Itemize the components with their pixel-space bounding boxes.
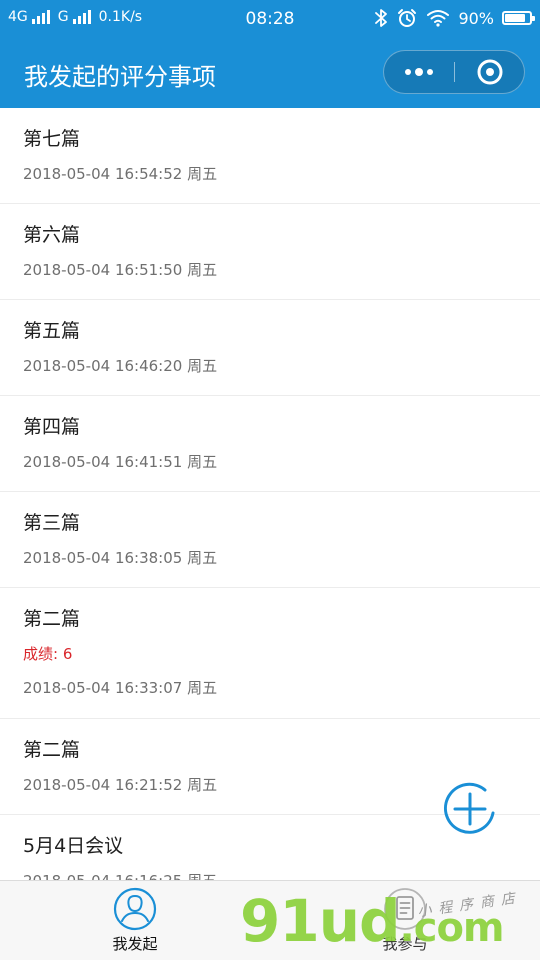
list-item[interactable]: 第五篇 2018-05-04 16:46:20 周五 [0, 300, 540, 396]
bluetooth-icon [375, 9, 388, 27]
list-item[interactable]: 第六篇 2018-05-04 16:51:50 周五 [0, 204, 540, 300]
item-title: 5月4日会议 [23, 835, 124, 857]
item-title: 第二篇 [23, 739, 81, 761]
list-item[interactable]: 第七篇 2018-05-04 16:54:52 周五 [0, 108, 540, 204]
battery-icon [502, 11, 535, 25]
item-date: 2018-05-04 16:54:52 周五 [23, 165, 218, 183]
tab-participated[interactable]: 我参与 [270, 881, 540, 961]
item-title: 第二篇 [23, 608, 81, 630]
item-date: 2018-05-04 16:38:05 周五 [23, 549, 218, 567]
item-title: 第五篇 [23, 320, 81, 342]
item-title: 第六篇 [23, 224, 81, 246]
more-dot-icon [415, 68, 423, 76]
user-avatar-icon [113, 887, 157, 931]
page-title: 我发起的评分事项 [24, 63, 216, 91]
status-right: 90% [374, 7, 535, 29]
nav-bar: 我发起的评分事项 [0, 38, 540, 108]
tab-bar: 我发起 我参与 [0, 880, 540, 960]
item-score: 成绩: 6 [23, 645, 73, 663]
tab-initiated[interactable]: 我发起 [0, 881, 270, 961]
tab-initiated-label: 我发起 [112, 935, 158, 953]
item-date: 2018-05-04 16:21:52 周五 [23, 776, 218, 794]
close-target-icon [477, 59, 503, 85]
item-title: 第四篇 [23, 416, 81, 438]
status-bar: 4G G 0.1K/s 08:28 90% [0, 0, 540, 38]
item-date: 2018-05-04 16:46:20 周五 [23, 357, 218, 375]
rating-item-list: 第七篇 2018-05-04 16:54:52 周五 第六篇 2018-05-0… [0, 108, 540, 880]
document-list-icon [384, 888, 426, 930]
more-dot-icon [405, 69, 411, 75]
wifi-icon [427, 10, 450, 27]
item-date: 2018-05-04 16:16:25 周五 [23, 870, 217, 880]
item-date: 2018-05-04 16:41:51 周五 [23, 453, 218, 471]
more-dot-icon [427, 69, 433, 75]
item-date: 2018-05-04 16:33:07 周五 [23, 679, 218, 697]
list-item[interactable]: 第三篇 2018-05-04 16:38:05 周五 [0, 492, 540, 588]
list-item[interactable]: 第四篇 2018-05-04 16:41:51 周五 [0, 396, 540, 492]
list-item[interactable]: 第二篇 成绩: 6 2018-05-04 16:33:07 周五 [0, 588, 540, 719]
item-date: 2018-05-04 16:51:50 周五 [23, 261, 218, 279]
close-button[interactable] [455, 51, 525, 93]
alarm-icon [398, 9, 417, 27]
mini-program-capsule [383, 50, 525, 94]
tab-participated-label: 我参与 [382, 935, 428, 953]
item-title: 第三篇 [23, 512, 81, 534]
more-button[interactable] [384, 51, 454, 93]
plus-circle-icon [444, 782, 495, 834]
item-title: 第七篇 [23, 128, 81, 150]
battery-percent: 90% [458, 8, 494, 28]
battery-fill [505, 14, 525, 22]
add-item-button[interactable] [441, 780, 499, 838]
